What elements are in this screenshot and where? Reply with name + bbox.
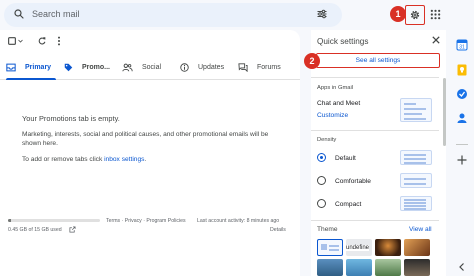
chevron-down-icon[interactable] xyxy=(18,39,23,43)
density-compact-label: Compact xyxy=(335,201,362,208)
footer-links: Terms · Privacy · Program Policies xyxy=(106,218,186,224)
quick-settings-panel: Quick settings See all settings Apps in … xyxy=(311,30,446,276)
chat-meet-label: Chat and Meet xyxy=(317,100,361,107)
empty-state-description-cont: shown here. xyxy=(22,140,58,147)
theme-ocean[interactable] xyxy=(346,259,372,276)
terms-link[interactable]: Terms xyxy=(106,218,120,224)
more-options-icon[interactable] xyxy=(57,36,61,46)
customize-link[interactable]: Customize xyxy=(317,112,348,119)
density-compact-preview xyxy=(400,196,432,211)
select-all-checkbox[interactable] xyxy=(8,37,16,45)
gear-icon[interactable] xyxy=(409,9,421,21)
tab-primary[interactable]: Primary xyxy=(6,54,56,80)
density-default-label: Default xyxy=(335,155,356,162)
show-side-panel-icon[interactable] xyxy=(456,262,468,272)
storage-usage: 0.45 GB of 15 GB used xyxy=(8,227,62,233)
last-activity: Last account activity: 8 minutes ago xyxy=(197,218,280,224)
empty-state-description: Marketing, interests, social and politic… xyxy=(22,131,269,138)
tab-social[interactable]: Social xyxy=(122,54,172,80)
see-all-settings-button[interactable]: See all settings xyxy=(316,53,440,68)
calendar-icon[interactable]: 31 xyxy=(456,39,468,51)
mail-panel: Primary Promo... Social Updates Forums Y… xyxy=(0,30,300,276)
category-tabs: Primary Promo... Social Updates Forums xyxy=(0,54,300,80)
density-comfortable-preview xyxy=(400,173,432,188)
density-section-header: Density xyxy=(317,137,337,143)
inbox-settings-link[interactable]: inbox settings xyxy=(104,156,144,163)
theme-lights[interactable] xyxy=(375,239,401,256)
top-bar: Search mail 1 xyxy=(0,0,474,30)
rail-divider xyxy=(456,144,468,145)
theme-thumbnails: undefine xyxy=(317,239,439,276)
tag-icon xyxy=(64,63,73,71)
details-link[interactable]: Details xyxy=(270,227,286,233)
svg-text:31: 31 xyxy=(459,45,465,51)
density-comfortable-radio[interactable] xyxy=(317,176,326,185)
privacy-link[interactable]: Privacy xyxy=(125,218,142,224)
side-panel-rail: 31 xyxy=(450,30,474,276)
divider xyxy=(311,220,439,221)
apps-section-header: Apps in Gmail xyxy=(317,85,354,91)
divider xyxy=(311,130,439,131)
divider xyxy=(311,77,439,78)
forum-icon xyxy=(238,62,248,72)
theme-dark[interactable] xyxy=(404,259,430,276)
tasks-icon[interactable] xyxy=(456,88,468,100)
callout-badge-2: 2 xyxy=(304,53,320,69)
close-icon[interactable] xyxy=(432,36,440,44)
settings-button[interactable] xyxy=(405,5,425,25)
search-options-icon[interactable] xyxy=(316,8,328,20)
density-default-preview xyxy=(400,150,432,165)
add-icon[interactable] xyxy=(456,154,468,166)
tab-updates[interactable]: Updates xyxy=(180,54,232,80)
theme-caption: undefine xyxy=(346,245,370,251)
contacts-icon[interactable] xyxy=(456,112,468,124)
empty-state-title: Your Promotions tab is empty. xyxy=(22,114,120,123)
inbox-icon xyxy=(6,63,16,71)
tab-forums[interactable]: Forums xyxy=(238,54,290,80)
apps-preview xyxy=(400,98,432,122)
search-icon[interactable] xyxy=(13,8,25,20)
keep-icon[interactable] xyxy=(456,64,468,76)
people-icon xyxy=(122,63,133,71)
program-policies-link[interactable]: Program Policies xyxy=(146,218,185,224)
theme-default[interactable] xyxy=(317,239,343,256)
quick-settings-scrollbar[interactable] xyxy=(443,78,446,146)
refresh-icon[interactable] xyxy=(37,36,47,46)
density-default-radio[interactable] xyxy=(317,153,326,162)
empty-state-settings-hint: To add or remove tabs click inbox settin… xyxy=(22,156,147,163)
density-compact-radio[interactable] xyxy=(317,199,326,208)
storage-bar-fill xyxy=(8,219,11,222)
tab-promotions[interactable]: Promo... xyxy=(64,54,114,80)
storage-bar xyxy=(8,219,100,222)
search-bar[interactable]: Search mail xyxy=(4,3,342,27)
quick-settings-title: Quick settings xyxy=(317,37,369,46)
theme-nature[interactable] xyxy=(375,259,401,276)
search-input[interactable]: Search mail xyxy=(32,9,80,19)
view-all-themes-link[interactable]: View all xyxy=(409,226,432,233)
theme-sky[interactable] xyxy=(317,259,343,276)
density-comfortable-label: Comfortable xyxy=(335,178,371,185)
info-icon xyxy=(180,62,189,72)
theme-sunset[interactable] xyxy=(404,239,430,256)
apps-grid-icon[interactable] xyxy=(430,9,441,20)
theme-section-header: Theme xyxy=(317,226,338,233)
callout-badge-1: 1 xyxy=(390,6,406,22)
external-link-icon[interactable] xyxy=(69,226,76,233)
